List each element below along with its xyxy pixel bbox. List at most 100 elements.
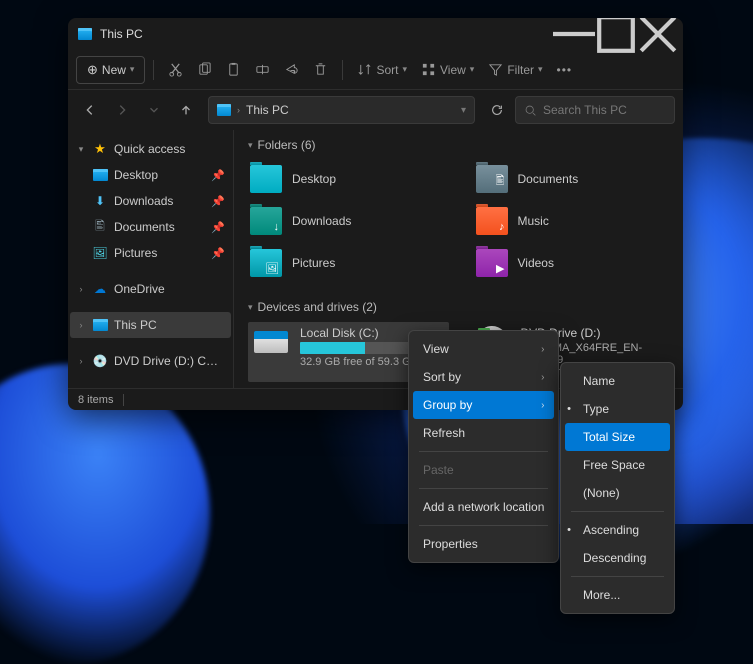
window-title: This PC [100,27,143,41]
ctx-add-network[interactable]: Add a network location [413,493,554,521]
folder-downloads[interactable]: ↓Downloads [248,202,444,240]
cut-button[interactable] [162,56,189,84]
search-placeholder: Search This PC [543,103,627,117]
minimize-button[interactable] [553,18,595,50]
folders-section-header[interactable]: ▾Folders (6) [248,138,669,152]
folder-videos[interactable]: ▶Videos [474,244,670,282]
titlebar[interactable]: This PC [68,18,683,50]
rename-button[interactable] [249,56,276,84]
sub-type[interactable]: •Type [565,395,670,423]
groupby-submenu: Name •Type Total Size Free Space (None) … [560,362,675,614]
up-button[interactable] [172,96,200,124]
sort-label: Sort [376,63,398,77]
ctx-sort-by[interactable]: Sort by› [413,363,554,391]
share-icon [284,62,299,77]
copy-button[interactable] [191,56,218,84]
sidebar-item-network[interactable]: 🖧Network [70,384,231,388]
sub-descending[interactable]: Descending [565,544,670,572]
document-icon: 🖺 [92,220,108,234]
drives-section-header[interactable]: ▾Devices and drives (2) [248,300,669,314]
plus-icon: ⊕ [87,62,98,78]
back-button[interactable] [76,96,104,124]
pin-icon: 📌 [211,247,225,260]
sidebar-item-quick-access[interactable]: ▾★Quick access [70,136,231,162]
paste-icon [226,62,241,77]
sidebar-item-documents[interactable]: 🖺Documents📌 [70,214,231,240]
pin-icon: 📌 [211,169,225,182]
music-folder-icon: ♪ [476,207,508,235]
desktop-folder-icon [250,165,282,193]
sub-more[interactable]: More... [565,581,670,609]
sort-button[interactable]: Sort▾ [351,56,413,84]
address-bar[interactable]: › This PC ▾ [208,96,475,124]
pin-icon: 📌 [211,221,225,234]
share-button[interactable] [278,56,305,84]
delete-icon [313,62,328,77]
search-box[interactable]: Search This PC [515,96,675,124]
context-menu: View› Sort by› Group by› Refresh Paste A… [408,330,559,563]
view-icon [421,62,436,77]
close-button[interactable] [637,18,679,50]
address-text: This PC [246,103,455,117]
rename-icon [255,62,270,77]
toolbar: ⊕New▾ Sort▾ View▾ Filter▾ ••• [68,50,683,90]
item-count: 8 items [78,394,113,406]
sidebar-item-pictures[interactable]: 🖼Pictures📌 [70,240,231,266]
sidebar-item-downloads[interactable]: ⬇Downloads📌 [70,188,231,214]
ctx-properties[interactable]: Properties [413,530,554,558]
ctx-view[interactable]: View› [413,335,554,363]
new-button[interactable]: ⊕New▾ [76,56,145,84]
ellipsis-icon: ••• [557,63,573,77]
view-label: View [440,63,466,77]
breadcrumb-chevron-icon: › [237,105,240,115]
location-icon [217,104,231,116]
copy-icon [197,62,212,77]
forward-button[interactable] [108,96,136,124]
download-icon: ⬇ [92,194,108,208]
disc-icon: 💿 [92,354,108,368]
sub-free-space[interactable]: Free Space [565,451,670,479]
downloads-folder-icon: ↓ [250,207,282,235]
chevron-down-icon: ▾ [248,140,253,151]
sidebar-item-onedrive[interactable]: ›☁OneDrive [70,276,231,302]
sub-none[interactable]: (None) [565,479,670,507]
star-icon: ★ [92,142,108,156]
sub-name[interactable]: Name [565,367,670,395]
filter-icon [488,62,503,77]
delete-button[interactable] [307,56,334,84]
navigation-pane: ▾★Quick access Desktop📌 ⬇Downloads📌 🖺Doc… [68,130,234,388]
this-pc-icon [93,319,108,331]
hdd-icon [252,326,290,358]
filter-button[interactable]: Filter▾ [482,56,548,84]
folder-desktop[interactable]: Desktop [248,160,444,198]
search-icon [524,104,537,117]
folder-music[interactable]: ♪Music [474,202,670,240]
sidebar-item-this-pc[interactable]: ›This PC [70,312,231,338]
paste-button[interactable] [220,56,247,84]
sub-ascending[interactable]: •Ascending [565,516,670,544]
videos-folder-icon: ▶ [476,249,508,277]
ctx-refresh[interactable]: Refresh [413,419,554,447]
ctx-group-by[interactable]: Group by› [413,391,554,419]
view-button[interactable]: View▾ [415,56,480,84]
sub-total-size[interactable]: Total Size [565,423,670,451]
folder-documents[interactable]: 🖺Documents [474,160,670,198]
refresh-button[interactable] [483,96,511,124]
new-label: New [102,63,126,77]
ctx-paste: Paste [413,456,554,484]
address-dropdown-icon[interactable]: ▾ [461,105,466,116]
file-explorer-window: This PC ⊕New▾ Sort▾ View▾ Filter▾ ••• › … [68,18,683,410]
folder-icon [93,169,108,181]
recent-locations-button[interactable] [140,96,168,124]
more-button[interactable]: ••• [551,56,579,84]
folder-pictures[interactable]: 🖼Pictures [248,244,444,282]
sidebar-item-desktop[interactable]: Desktop📌 [70,162,231,188]
maximize-button[interactable] [595,18,637,50]
chevron-down-icon: ▾ [248,302,253,313]
this-pc-icon [78,28,92,40]
navigation-bar: › This PC ▾ Search This PC [68,90,683,130]
sidebar-item-dvd[interactable]: ›💿DVD Drive (D:) CCCOMA_X64FRE_EN-US_DV9 [70,348,231,374]
filter-label: Filter [507,63,534,77]
cut-icon [168,62,183,77]
documents-folder-icon: 🖺 [476,165,508,193]
